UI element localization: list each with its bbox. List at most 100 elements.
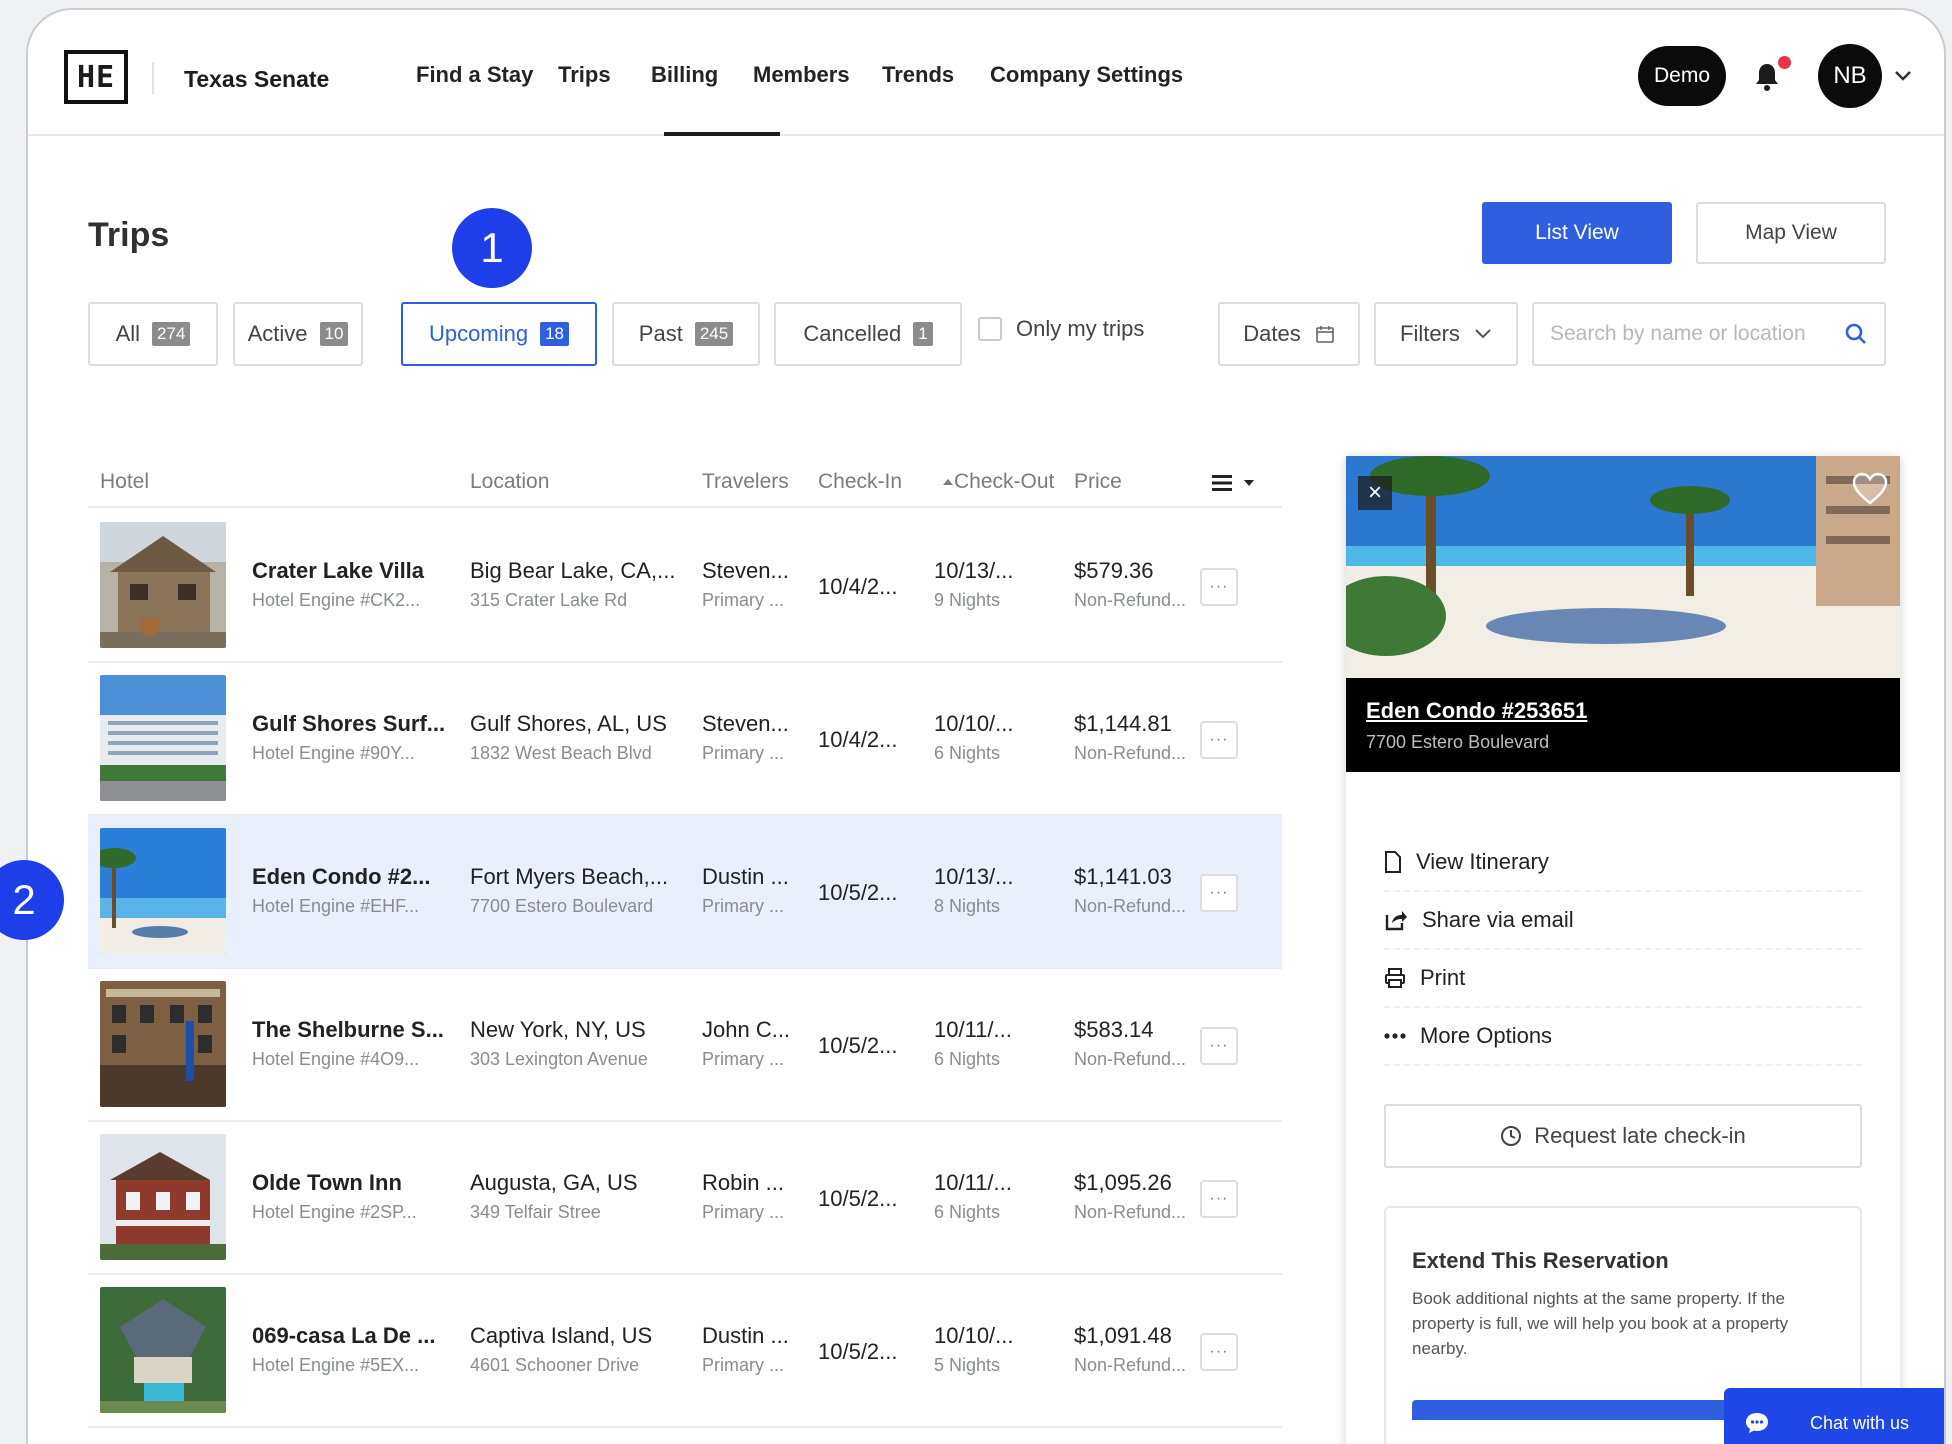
close-icon[interactable]: × bbox=[1358, 476, 1392, 510]
chat-with-us-button[interactable]: Chat with us bbox=[1724, 1388, 1944, 1444]
filters-button[interactable]: Filters bbox=[1374, 302, 1518, 366]
hotel-name[interactable]: Olde Town Inn bbox=[252, 1170, 402, 1196]
row-more-button[interactable]: ··· bbox=[1200, 568, 1238, 606]
heart-icon[interactable] bbox=[1852, 472, 1888, 506]
nav-find-a-stay[interactable]: Find a Stay bbox=[416, 62, 533, 88]
nav-billing[interactable]: Billing bbox=[651, 62, 718, 88]
check-out-date: 10/10/... bbox=[934, 711, 1014, 736]
row-more-button[interactable]: ··· bbox=[1200, 1180, 1238, 1218]
row-more-button[interactable]: ··· bbox=[1200, 1333, 1238, 1371]
traveler-name: Dustin ... bbox=[702, 864, 789, 889]
tab-count: 245 bbox=[694, 322, 734, 346]
action-label: Print bbox=[1420, 965, 1466, 990]
hotel-name-link[interactable]: Eden Condo #253651 bbox=[1366, 698, 1587, 724]
nights-count: 8 Nights bbox=[934, 896, 1001, 916]
trip-detail-panel: × Eden Condo #253651 7700 Estero Bouleva… bbox=[1346, 456, 1900, 1444]
check-in-date: 10/5/2... bbox=[818, 1033, 898, 1058]
dates-label: Dates bbox=[1243, 321, 1301, 346]
table-row[interactable]: The Shelburne S... Hotel Engine #4O9... … bbox=[88, 969, 1282, 1122]
chat-label: Chat with us bbox=[1810, 1412, 1910, 1433]
nav-members[interactable]: Members bbox=[753, 62, 850, 88]
search-box[interactable] bbox=[1532, 302, 1886, 366]
location-city: Captiva Island, US bbox=[470, 1323, 653, 1348]
traveler-name: Dustin ... bbox=[702, 1323, 789, 1348]
column-location[interactable]: Location bbox=[470, 470, 549, 494]
table-row-selected[interactable]: Eden Condo #2... Hotel Engine #EHF... Fo… bbox=[88, 816, 1282, 969]
dates-button[interactable]: Dates bbox=[1218, 302, 1360, 366]
nav-company-settings[interactable]: Company Settings bbox=[990, 62, 1183, 88]
list-view-button[interactable]: List View bbox=[1482, 202, 1672, 264]
check-out-date: 10/11/... bbox=[934, 1017, 1012, 1042]
org-name: Texas Senate bbox=[184, 66, 330, 92]
table-row[interactable]: Olde Town Inn Hotel Engine #2SP... Augus… bbox=[88, 1122, 1282, 1275]
tab-label: Upcoming bbox=[429, 321, 529, 346]
map-view-button[interactable]: Map View bbox=[1696, 202, 1886, 264]
column-settings-icon[interactable] bbox=[1212, 474, 1258, 492]
column-hotel[interactable]: Hotel bbox=[100, 470, 149, 494]
share-via-email-link[interactable]: Share via email bbox=[1384, 892, 1862, 950]
logo[interactable]: HE bbox=[64, 50, 128, 104]
hotel-thumbnail[interactable] bbox=[100, 522, 226, 648]
column-travelers[interactable]: Travelers bbox=[702, 470, 789, 494]
tab-count: 274 bbox=[152, 322, 191, 346]
row-more-button[interactable]: ··· bbox=[1200, 1027, 1238, 1065]
traveler-name: Steven... bbox=[702, 558, 789, 583]
hotel-name[interactable]: Crater Lake Villa bbox=[252, 558, 424, 584]
bell-icon[interactable] bbox=[1754, 62, 1780, 92]
calendar-icon bbox=[1315, 326, 1334, 343]
table-row[interactable]: Gulf Shores Surf... Hotel Engine #90Y...… bbox=[88, 663, 1282, 816]
tab-cancelled[interactable]: Cancelled 1 bbox=[774, 302, 962, 366]
tab-upcoming[interactable]: Upcoming 18 bbox=[401, 302, 597, 366]
hotel-address: 7700 Estero Boulevard bbox=[1366, 732, 1550, 752]
tab-active[interactable]: Active 10 bbox=[233, 302, 363, 366]
more-dots-icon bbox=[1384, 1033, 1406, 1039]
more-options-link[interactable]: More Options bbox=[1384, 1008, 1862, 1066]
column-check-out[interactable]: Check-Out bbox=[954, 470, 1054, 494]
request-late-checkin-button[interactable]: Request late check-in bbox=[1384, 1104, 1862, 1168]
filters-label: Filters bbox=[1400, 321, 1460, 346]
price: $1,091.48 bbox=[1074, 1323, 1172, 1348]
avatar[interactable]: NB bbox=[1818, 44, 1882, 108]
print-link[interactable]: Print bbox=[1384, 950, 1862, 1008]
column-price[interactable]: Price bbox=[1074, 470, 1122, 494]
hotel-thumbnail[interactable] bbox=[100, 828, 226, 954]
nights-count: 5 Nights bbox=[934, 1355, 1001, 1375]
search-input[interactable] bbox=[1550, 322, 1840, 346]
refund-policy: Non-Refund... bbox=[1074, 1049, 1187, 1069]
hotel-thumbnail[interactable] bbox=[100, 1134, 226, 1260]
tab-all[interactable]: All 274 bbox=[88, 302, 218, 366]
chevron-down-icon[interactable] bbox=[1894, 70, 1912, 82]
price: $579.36 bbox=[1074, 558, 1154, 583]
traveler-role: Primary ... bbox=[702, 743, 785, 763]
nav-trips[interactable]: Trips bbox=[558, 62, 611, 88]
table-row[interactable]: 069-casa La De ... Hotel Engine #5EX... … bbox=[88, 1275, 1282, 1428]
hotel-thumbnail[interactable] bbox=[100, 981, 226, 1107]
hotel-name[interactable]: The Shelburne S... bbox=[252, 1017, 444, 1043]
share-icon bbox=[1385, 911, 1407, 931]
demo-button[interactable]: Demo bbox=[1638, 46, 1726, 106]
hotel-thumbnail[interactable] bbox=[100, 1287, 226, 1413]
hotel-name[interactable]: 069-casa La De ... bbox=[252, 1323, 435, 1349]
tab-past[interactable]: Past 245 bbox=[612, 302, 760, 366]
hotel-id: Hotel Engine #5EX... bbox=[252, 1355, 420, 1375]
nights-count: 9 Nights bbox=[934, 590, 1001, 610]
nav-trends[interactable]: Trends bbox=[882, 62, 954, 88]
refund-policy: Non-Refund... bbox=[1074, 896, 1187, 916]
hotel-name[interactable]: Eden Condo #2... bbox=[252, 864, 430, 890]
row-more-button[interactable]: ··· bbox=[1200, 721, 1238, 759]
hotel-id: Hotel Engine #2SP... bbox=[252, 1202, 417, 1222]
view-itinerary-link[interactable]: View Itinerary bbox=[1384, 834, 1862, 892]
sort-arrow-icon[interactable] bbox=[942, 478, 954, 486]
row-more-button[interactable]: ··· bbox=[1200, 874, 1238, 912]
check-in-date: 10/5/2... bbox=[818, 880, 898, 905]
hotel-thumbnail[interactable] bbox=[100, 675, 226, 801]
action-label: More Options bbox=[1420, 1023, 1553, 1048]
only-my-trips-toggle[interactable]: Only my trips bbox=[978, 316, 1144, 342]
table-row[interactable]: Crater Lake Villa Hotel Engine #CK2... B… bbox=[88, 510, 1282, 663]
column-check-in[interactable]: Check-In bbox=[818, 470, 902, 494]
only-my-trips-checkbox[interactable] bbox=[978, 317, 1002, 341]
search-icon[interactable] bbox=[1844, 322, 1868, 346]
action-label: View Itinerary bbox=[1416, 849, 1549, 874]
hotel-name[interactable]: Gulf Shores Surf... bbox=[252, 711, 445, 737]
tab-label: Cancelled bbox=[803, 321, 902, 346]
